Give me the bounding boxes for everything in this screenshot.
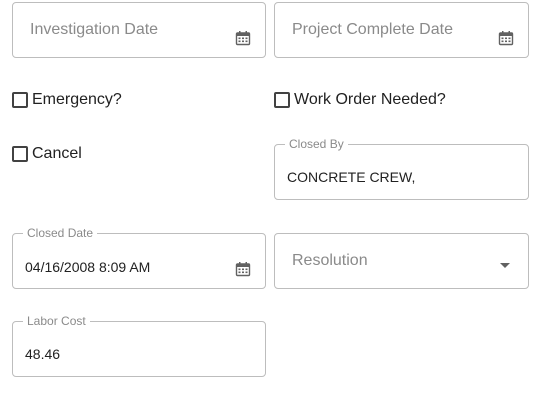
project-complete-date-field[interactable]: Project Complete Date bbox=[274, 2, 529, 58]
project-complete-date-placeholder: Project Complete Date bbox=[292, 21, 453, 38]
cancel-checkbox[interactable]: Cancel bbox=[12, 145, 82, 163]
closed-by-field[interactable]: Closed By CONCRETE CREW, bbox=[274, 138, 529, 200]
closed-date-field[interactable]: Closed Date 04/16/2008 8:09 AM bbox=[12, 227, 266, 289]
labor-cost-field[interactable]: Labor Cost 48.46 bbox=[12, 315, 266, 377]
emergency-label: Emergency? bbox=[32, 91, 122, 108]
labor-cost-value: 48.46 bbox=[25, 346, 61, 362]
work-order-needed-checkbox[interactable]: Work Order Needed? bbox=[274, 91, 446, 109]
calendar-icon[interactable] bbox=[235, 261, 251, 277]
investigation-date-placeholder: Investigation Date bbox=[30, 21, 159, 38]
emergency-checkbox-box[interactable] bbox=[12, 92, 28, 108]
resolution-select[interactable]: Resolution bbox=[274, 233, 529, 289]
resolution-placeholder: Resolution bbox=[292, 252, 368, 269]
closed-date-label: Closed Date bbox=[23, 227, 98, 240]
cancel-label: Cancel bbox=[32, 145, 82, 162]
emergency-checkbox[interactable]: Emergency? bbox=[12, 91, 122, 109]
chevron-down-icon[interactable] bbox=[500, 263, 510, 268]
cancel-checkbox-box[interactable] bbox=[12, 146, 28, 162]
calendar-icon[interactable] bbox=[498, 30, 514, 46]
closed-date-value: 04/16/2008 8:09 AM bbox=[25, 259, 151, 275]
closed-by-value: CONCRETE CREW, bbox=[287, 169, 416, 185]
work-order-needed-label: Work Order Needed? bbox=[294, 91, 446, 108]
work-order-needed-checkbox-box[interactable] bbox=[274, 92, 290, 108]
calendar-icon[interactable] bbox=[235, 30, 251, 46]
labor-cost-label: Labor Cost bbox=[23, 315, 90, 328]
closed-by-label: Closed By bbox=[285, 138, 348, 151]
investigation-date-field[interactable]: Investigation Date bbox=[12, 2, 266, 58]
